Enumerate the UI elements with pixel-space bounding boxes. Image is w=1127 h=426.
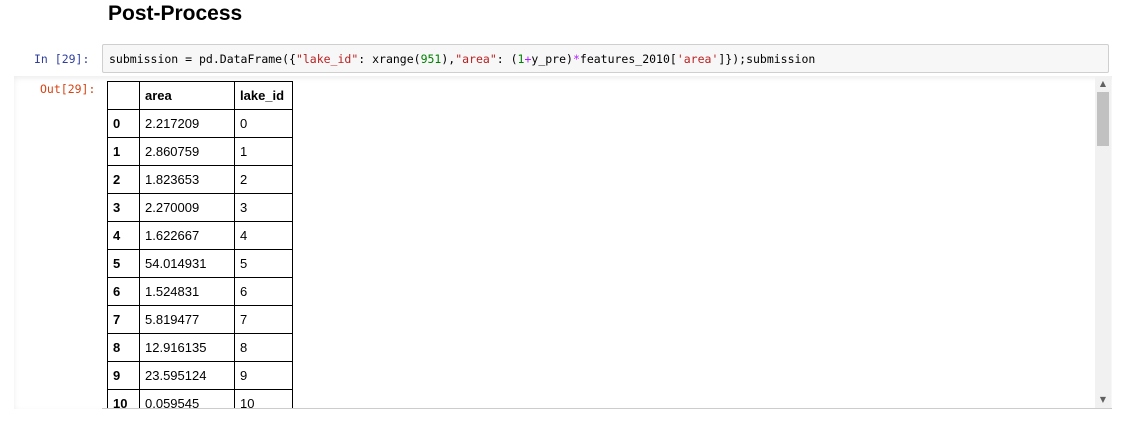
cell-area: 0.059545 <box>139 389 235 408</box>
cell-lake-id: 8 <box>234 333 293 362</box>
code-token: features_2010[ <box>579 52 677 66</box>
index-header <box>107 81 140 110</box>
scroll-up-arrow-icon[interactable]: ▲ <box>1095 77 1111 91</box>
row-index: 2 <box>107 165 140 194</box>
code-token: y_pre) <box>531 52 573 66</box>
table-row: 9 23.595124 9 <box>107 361 293 390</box>
table-row: 7 5.819477 7 <box>107 305 293 334</box>
table-row: 0 2.217209 0 <box>107 109 293 138</box>
cell-lake-id: 5 <box>234 249 293 278</box>
code-operator: * <box>572 52 580 66</box>
cell-lake-id: 7 <box>234 305 293 334</box>
column-header-area: area <box>139 81 235 110</box>
code-token: submission = pd.DataFrame({ <box>109 52 296 66</box>
cell-lake-id: 10 <box>234 389 293 408</box>
cell-lake-id: 3 <box>234 193 293 222</box>
row-index: 3 <box>107 193 140 222</box>
row-index: 1 <box>107 137 140 166</box>
cell-area: 23.595124 <box>139 361 235 390</box>
dataframe-table: area lake_id 0 2.217209 0 1 2.860759 1 2 1.8236… <box>107 81 293 408</box>
cell-lake-id: 1 <box>234 137 293 166</box>
output-prompt: Out[29]: <box>40 82 96 96</box>
cell-lake-id: 2 <box>234 165 293 194</box>
cell-area: 2.860759 <box>139 137 235 166</box>
code-string: 'area' <box>676 52 719 66</box>
row-index: 9 <box>107 361 140 390</box>
cell-area: 5.819477 <box>139 305 235 334</box>
table-header-row: area lake_id <box>107 81 293 110</box>
code-string: "lake_id" <box>295 52 359 66</box>
cell-lake-id: 0 <box>234 109 293 138</box>
row-index: 6 <box>107 277 140 306</box>
row-index: 0 <box>107 109 140 138</box>
table-row: 10 0.059545 10 <box>107 389 293 408</box>
row-index: 5 <box>107 249 140 278</box>
row-index: 8 <box>107 333 140 362</box>
table-row: 2 1.823653 2 <box>107 165 293 194</box>
table-row: 6 1.524831 6 <box>107 277 293 306</box>
cell-area: 2.270009 <box>139 193 235 222</box>
cell-lake-id: 4 <box>234 221 293 250</box>
code-string: "area" <box>455 52 497 66</box>
cell-lake-id: 6 <box>234 277 293 306</box>
input-prompt: In [29]: <box>34 52 90 66</box>
row-index: 10 <box>107 389 140 408</box>
scroll-down-arrow-icon[interactable]: ▼ <box>1095 393 1111 407</box>
cell-area: 2.217209 <box>139 109 235 138</box>
table-row: 3 2.270009 3 <box>107 193 293 222</box>
scrollbar-thumb[interactable] <box>1097 92 1109 146</box>
code-token: ]});submission <box>718 52 816 66</box>
cell-area: 54.014931 <box>139 249 235 278</box>
cell-area: 1.823653 <box>139 165 235 194</box>
cell-area: 1.622667 <box>139 221 235 250</box>
cell-area: 12.916135 <box>139 333 235 362</box>
table-row: 4 1.622667 4 <box>107 221 293 250</box>
code-token: : xrange( <box>358 52 421 66</box>
table-row: 8 12.916135 8 <box>107 333 293 362</box>
row-index: 4 <box>107 221 140 250</box>
column-header-lake-id: lake_id <box>234 81 293 110</box>
table-row: 5 54.014931 5 <box>107 249 293 278</box>
code-token: ), <box>441 52 456 66</box>
cell-lake-id: 9 <box>234 361 293 390</box>
table-row: 1 2.860759 1 <box>107 137 293 166</box>
code-cell-input[interactable]: submission = pd.DataFrame({"lake_id": xr… <box>102 44 1109 73</box>
code-token: : ( <box>496 52 518 66</box>
code-number: 951 <box>420 52 442 66</box>
output-area[interactable]: area lake_id 0 2.217209 0 1 2.860759 1 2 1.8236… <box>102 76 1112 409</box>
cell-area: 1.524831 <box>139 277 235 306</box>
output-scrollbar[interactable]: ▲ ▼ <box>1095 76 1111 408</box>
code-line[interactable]: submission = pd.DataFrame({"lake_id": xr… <box>109 52 815 66</box>
section-heading: Post-Process <box>108 2 243 25</box>
row-index: 7 <box>107 305 140 334</box>
